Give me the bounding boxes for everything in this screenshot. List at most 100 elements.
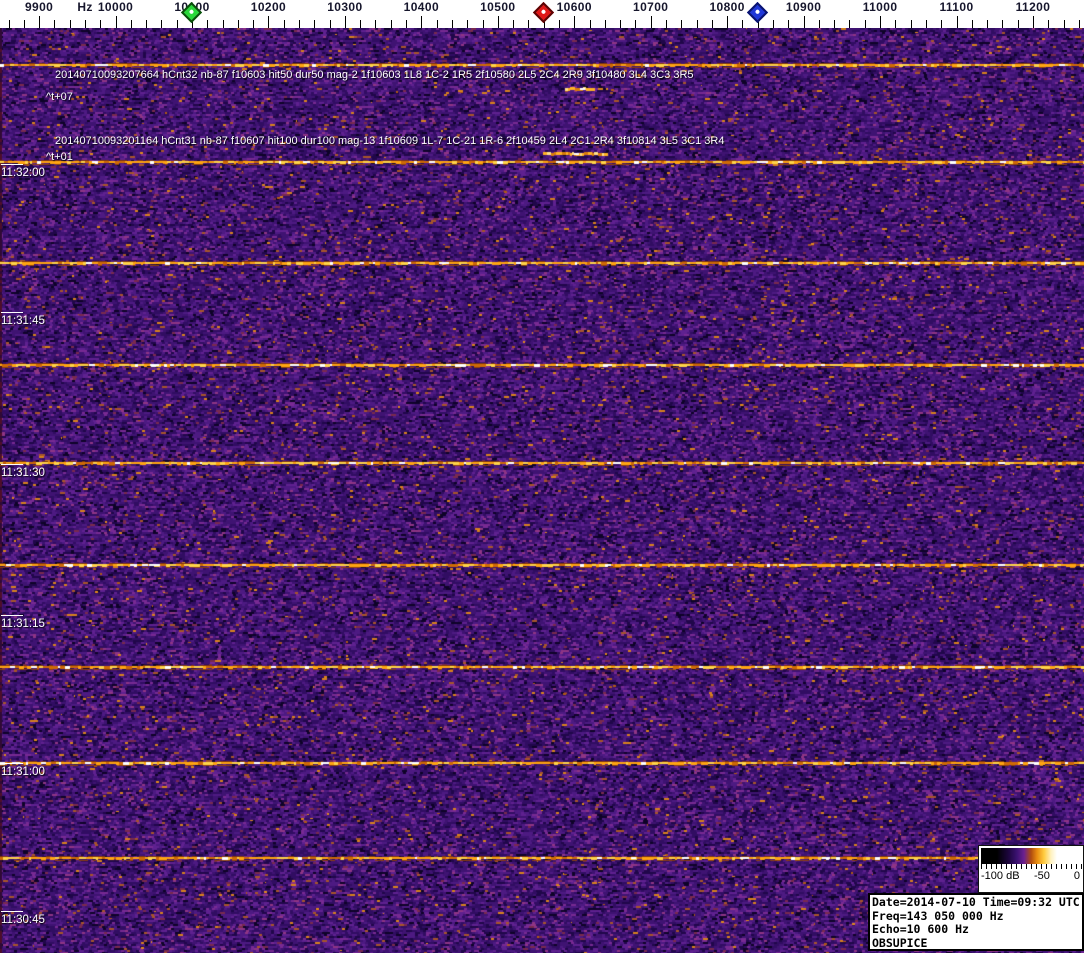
color-scale-legend: -100 dB -50 0 [978,845,1084,893]
freq-tick [803,16,805,28]
freq-tick [344,16,346,28]
freq-tick [681,20,683,28]
freq-tick [895,20,897,28]
freq-marker-blue-diamond-icon[interactable] [746,1,768,24]
scale-tick [1021,864,1022,869]
scale-tick [1016,864,1017,869]
freq-tick [360,20,362,28]
freq-tick [406,20,408,28]
freq-axis-label: 10700 [633,0,669,14]
freq-tick [161,20,163,28]
marker-center-dot [540,8,546,15]
observation-info-box: Date=2014-07-10 Time=09:32 UTC Freq=143 … [868,893,1084,951]
freq-tick [620,20,622,28]
freq-tick [528,20,530,28]
time-label-text: 11:30:45 [1,914,45,926]
freq-tick [696,20,698,28]
info-echo: Echo=10 600 Hz [872,922,969,936]
freq-tick [849,20,851,28]
freq-tick [375,20,377,28]
freq-tick [604,20,606,28]
freq-tick [589,20,591,28]
time-label-1: 11:31:45 [1,312,45,327]
spectrogram-canvas[interactable] [0,28,1084,953]
waterfall-screen: 9900100001010010200103001040010500106001… [0,0,1084,953]
time-label-4: 11:31:00 [1,763,45,778]
freq-tick [299,20,301,28]
scale-tick [986,864,987,869]
freq-tick [436,20,438,28]
scale-tick [981,864,982,869]
time-label-text: 11:31:45 [1,315,45,327]
scale-tick [1011,864,1012,869]
freq-tick [727,16,729,28]
freq-tick [268,16,270,28]
freq-tick [987,20,989,28]
freq-tick [451,20,453,28]
freq-tick [482,20,484,28]
freq-tick [1048,20,1050,28]
freq-tick [69,20,71,28]
scale-label-max: 0 [1073,870,1080,882]
time-tick [1,763,23,764]
scale-tick [1036,864,1037,869]
echo-annotation-2: 20140710093201164 hCnt31 nb-87 f10607 hi… [55,135,725,147]
freq-tick [880,16,882,28]
freq-axis-label: 9900 [24,0,54,14]
time-label-text: 11:32:00 [1,167,45,179]
freq-tick [222,20,224,28]
scale-tick [1056,864,1057,869]
freq-tick [115,16,117,28]
freq-tick [665,20,667,28]
freq-tick [1017,20,1019,28]
freq-tick [788,20,790,28]
freq-tick [84,20,86,28]
freq-tick [253,20,255,28]
scale-tick [1031,864,1032,869]
color-scale-labels: -100 dB -50 0 [979,870,1083,884]
info-observatory: OBSUPICE [872,935,928,950]
freq-tick [237,20,239,28]
frequency-axis: 9900100001010010200103001040010500106001… [0,0,1084,28]
scale-tick [1006,864,1007,869]
scale-tick [1051,864,1052,869]
time-tick [1,164,23,165]
marker-center-dot [188,8,195,15]
freq-axis-unit: Hz [77,0,93,14]
freq-tick [39,16,41,28]
freq-axis-label: 10900 [785,0,822,14]
freq-tick [834,20,836,28]
freq-tick [956,16,958,28]
freq-tick [283,20,285,28]
freq-tick [558,20,560,28]
freq-tick [574,16,576,28]
freq-tick [818,20,820,28]
scale-tick [1061,864,1062,869]
freq-tick [864,20,866,28]
scale-tick [1081,864,1082,869]
freq-tick [130,20,132,28]
time-label-text: 11:31:15 [1,618,45,630]
freq-tick [100,20,102,28]
freq-tick [146,20,148,28]
echo-annotation-1: 20140710093207664 hCnt32 nb-87 f10603 hi… [55,69,694,81]
freq-tick [1002,20,1004,28]
time-label-2: 11:31:30 [1,464,45,479]
freq-tick [207,20,209,28]
time-tick [1,464,23,465]
time-label-3: 11:31:15 [1,615,45,630]
scale-tick [1046,864,1047,869]
freq-tick [329,20,331,28]
scale-tick [996,864,997,869]
freq-tick [23,20,25,28]
freq-tick [971,20,973,28]
time-label-text: 11:31:00 [1,766,45,778]
freq-axis-label: 10000 [97,0,134,14]
freq-axis-label: 10400 [403,0,440,14]
freq-tick [54,20,56,28]
scale-label-mid: -50 [1034,870,1050,882]
freq-marker-red-diamond-icon[interactable] [532,1,554,24]
freq-axis-label: 10200 [250,0,287,14]
time-label-5: 11:30:45 [1,911,45,926]
time-tick [1,312,23,313]
